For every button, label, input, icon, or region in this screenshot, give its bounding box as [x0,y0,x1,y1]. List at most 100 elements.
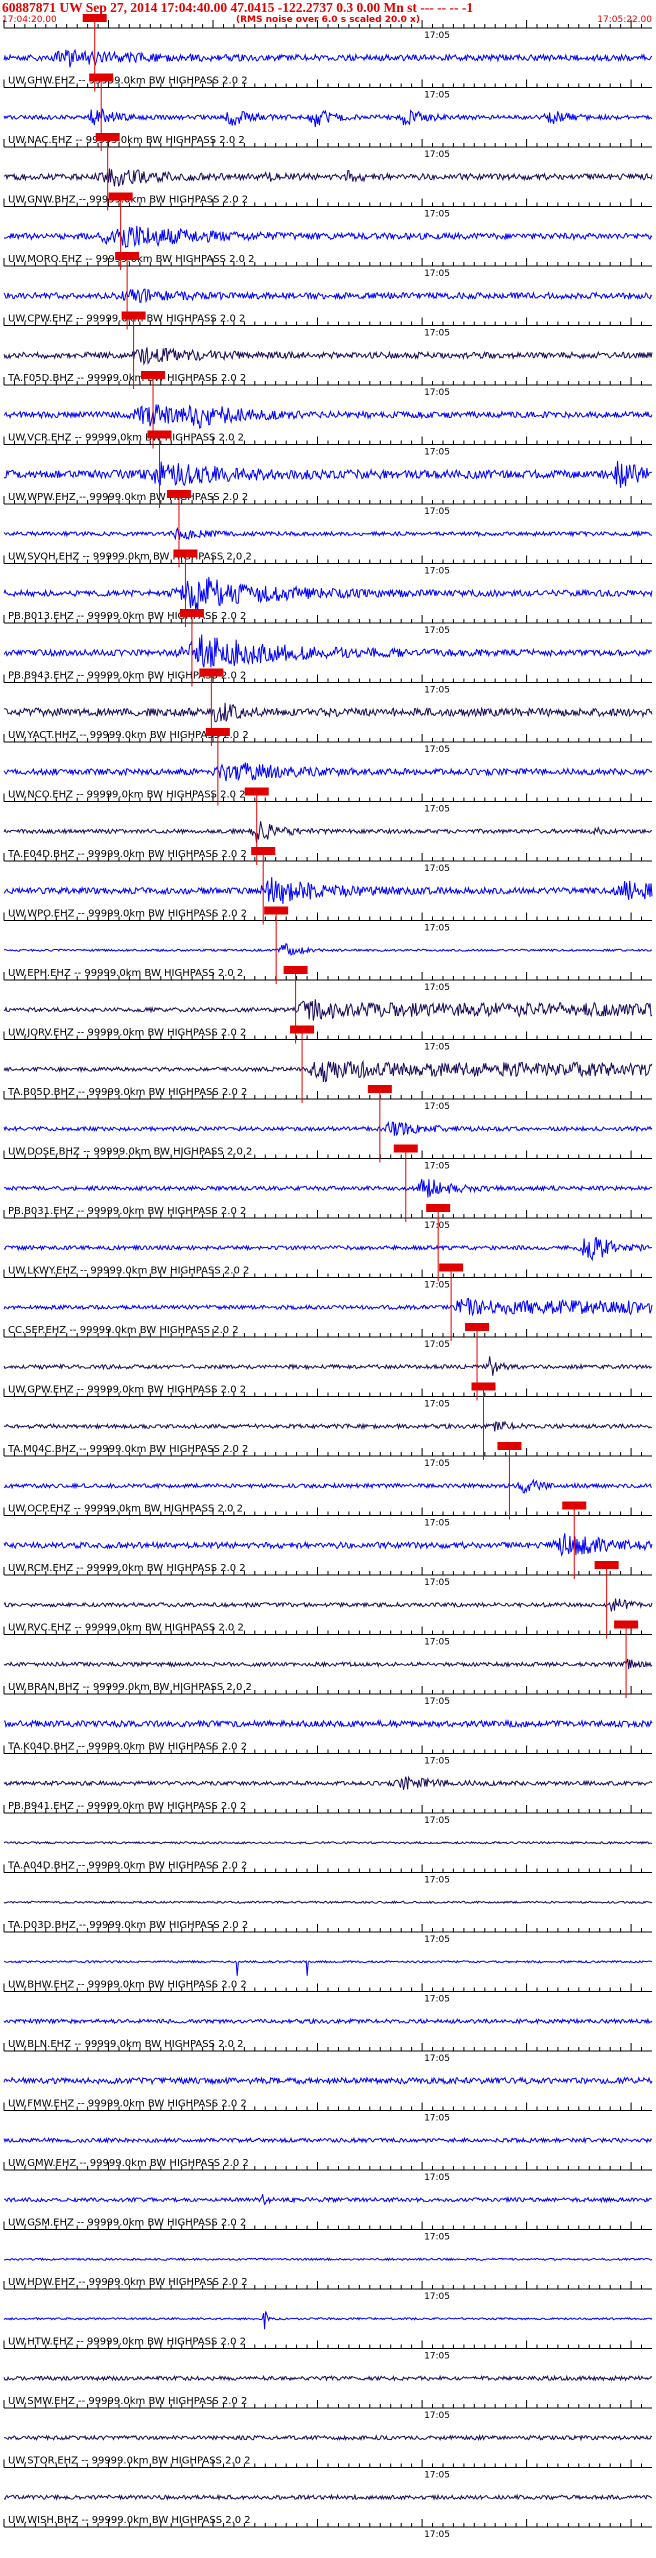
time-tick-label: 17:05 [424,448,450,458]
trace-label: TA.B05D.BHZ -- 99999.0km BW HIGHPASS 2.0… [7,1087,247,1098]
trace-label: CC.SEP.EHZ -- 99999.0km BW HIGHPASS 2.0 … [8,1325,239,1336]
trace-waveform [3,2257,653,2262]
time-tick-label: 17:05 [424,1578,450,1588]
trace-label: UW.BLN.EHZ -- 99999.0km BW HIGHPASS 2.0 … [8,2039,244,2050]
pick-marker [614,1620,639,1629]
trace-waveform [3,347,653,366]
pick-marker [141,371,166,379]
time-tick-label: 17:05 [424,2530,450,2540]
pick-marker [173,549,198,558]
trace-label: UW.STOR.EHZ -- 99999.0km BW HIGHPASS 2.0… [8,2456,251,2467]
time-tick-label: 17:05 [424,31,450,41]
time-tick-label: 17:05 [424,686,450,696]
time-tick-label: 17:05 [424,388,450,398]
trace-waveform [3,1658,653,1670]
pick-marker [108,192,133,201]
trace-label: TA.A04D.BHZ -- 99999.0km BW HIGHPASS 2.0… [7,1861,247,1872]
pick-marker [166,490,191,498]
trace-waveform [3,404,653,429]
trace-label: UW.BHW.EHZ -- 99999.0km BW HIGHPASS 2.0 … [8,1980,247,1991]
pick-marker [115,252,140,260]
trace-label: PB.B941.EHZ -- 99999.0km BW HIGHPASS 2.0… [8,1801,246,1812]
pick-marker [244,787,269,796]
trace-waveform [3,225,653,249]
trace-label: UW.RVC.EHZ -- 99999.0km BW HIGHPASS 2.0 … [8,1623,244,1634]
time-tick-label: 17:05 [424,2411,450,2421]
trace-waveform [3,1236,653,1262]
trace-label: UW.WISH.BHZ -- 99999.0km BW HIGHPASS 2.0… [8,2515,251,2526]
trace-label: UW.WPW.EHZ -- 99999.0km BW HIGHPASS 2.0 … [8,492,248,503]
trace-label: UW.GHW.EHZ -- 99999.0km BW HIGHPASS 2.0 … [8,76,248,87]
pick-marker [426,1204,451,1212]
trace-label: TA.M04C.BHZ -- 99999.0km BW HIGHPASS 2.0… [7,1444,248,1455]
trace-label: UW.GPW.EHZ -- 99999.0km BW HIGHPASS 2.0 … [8,1385,246,1396]
time-tick-label: 17:05 [424,1876,450,1886]
time-tick-label: 17:05 [424,1697,450,1707]
time-tick-label: 17:05 [424,1995,450,2005]
trace-waveform [3,1478,653,1494]
pick-marker [471,1382,496,1391]
trace-label: PB.B031.EHZ -- 99999.0km BW HIGHPASS 2.0… [8,1206,246,1217]
time-tick-label: 17:05 [424,567,450,577]
trace-waveform [3,702,653,723]
time-tick-label: 17:05 [424,1340,450,1350]
pick-marker [497,1442,522,1450]
pick-marker [121,311,146,320]
trace-label: PB.B013.EHZ -- 99999.0km BW HIGHPASS 2.0… [8,611,246,622]
time-tick-label: 17:05 [424,507,450,517]
trace-waveform [3,2136,653,2145]
trace-waveform [3,2493,652,2502]
seismogram-plot: 17:05 17:05 17:05 17:05 17:05 17:05 17:05 17:05… [3,14,653,2540]
trace-label: UW.RCM.EHZ -- 99999.0km BW HIGHPASS 2.0 … [8,1563,246,1574]
pick-marker [264,906,289,915]
trace-waveform [3,1297,653,1317]
time-tick-label: 17:05 [424,805,450,815]
trace-label: TA.E04D.BHZ -- 99999.0km BW HIGHPASS 2.0… [7,849,247,860]
time-tick-label: 17:05 [424,1221,450,1231]
time-tick-label: 17:05 [424,1519,450,1529]
trace-label: UW.HTW.EHZ -- 99999.0km BW HIGHPASS 2.0 … [8,2337,246,2348]
trace-label: UW.OCP.EHZ -- 99999.0km BW HIGHPASS 2.0 … [8,1504,243,1515]
time-tick-label: 17:05 [424,2471,450,2481]
pick-marker [562,1501,587,1510]
trace-waveform [3,48,653,68]
trace-label: UW.HDW.EHZ -- 99999.0km BW HIGHPASS 2.0 … [8,2277,248,2288]
time-tick-label: 17:05 [424,1638,450,1648]
trace-label: UW.GSM.EHZ -- 99999.0km BW HIGHPASS 2.0 … [8,2218,246,2229]
pick-marker [89,73,114,82]
trace-waveform [3,762,653,782]
trace-waveform [3,1959,653,1976]
trace-waveform [3,821,653,843]
pick-marker [393,1144,418,1153]
time-tick-label: 17:05 [424,745,450,755]
trace-waveform [3,576,653,613]
trace-waveform [3,1533,653,1558]
trace-waveform [3,2194,653,2206]
trace-waveform [3,168,653,187]
time-tick-label: 17:05 [424,2114,450,2124]
time-tick-label: 17:05 [424,1043,450,1053]
time-tick-label: 17:05 [424,329,450,339]
pick-marker [439,1263,464,1272]
trace-label: UW.SVOH.EHZ -- 99999.0km BW HIGHPASS 2.0… [8,552,252,563]
trace-waveform [3,1598,653,1612]
trace-waveform [3,634,653,668]
time-tick-label: 17:05 [424,2292,450,2302]
trace-waveform [3,288,653,304]
time-tick-label: 17:05 [424,2173,450,2183]
pick-marker [147,430,172,439]
pick-marker [205,728,230,736]
trace-label: UW.GMW.EHZ -- 99999.0km BW HIGHPASS 2.0 … [8,2158,249,2169]
trace-label: UW.DOSE.BHZ -- 99999.0km BW HIGHPASS 2.0… [8,1147,252,1158]
trace-waveform [3,1059,653,1083]
trace-waveform [3,943,652,956]
trace-label: UW.WPO.EHZ -- 99999.0km BW HIGHPASS 2.0 … [8,909,247,920]
pick-marker [179,609,204,617]
time-tick-label: 17:05 [424,924,450,934]
trace-label: UW.EPH.EHZ -- 99999.0km BW HIGHPASS 2.0 … [8,968,243,979]
trace-waveform [3,526,653,541]
time-tick-label: 17:05 [424,1281,450,1291]
pick-marker [251,847,276,855]
time-tick-label: 17:05 [424,1816,450,1826]
time-tick-label: 17:05 [424,2233,450,2243]
